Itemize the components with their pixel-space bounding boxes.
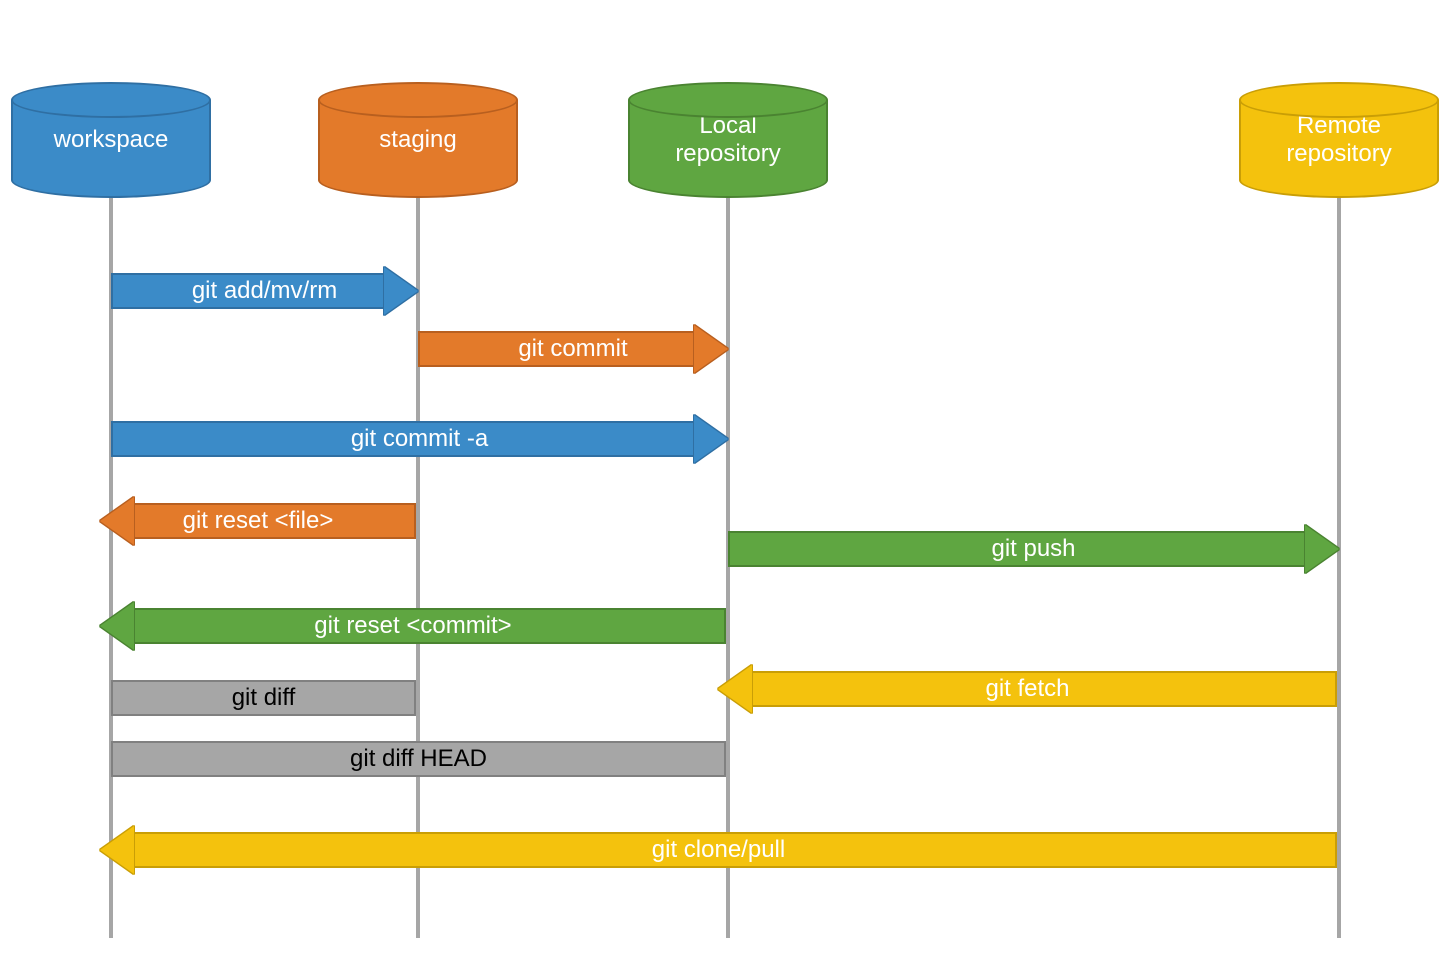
bar-git-diff: git diff [111, 680, 416, 716]
node-workspace: workspace [11, 82, 211, 180]
bar-git-diff-head-label: git diff HEAD [350, 745, 487, 773]
arrow-git-fetch: git fetch [718, 665, 1337, 713]
arrow-git-reset-commit: git reset <commit> [100, 602, 726, 650]
node-local: Local repository [628, 82, 828, 180]
arrow-git-clone-pull: git clone/pull [100, 826, 1337, 874]
arrow-git-add: git add/mv/rm [111, 267, 418, 315]
arrow-git-commit-a: git commit -a [111, 415, 728, 463]
arrow-git-push: git push [728, 525, 1339, 573]
node-remote-label: Remote repository [1286, 112, 1391, 167]
arrow-git-commit: git commit [418, 325, 728, 373]
arrow-git-commit-label: git commit [518, 335, 627, 363]
arrow-git-fetch-label: git fetch [985, 675, 1069, 703]
arrow-git-push-label: git push [991, 535, 1075, 563]
arrow-git-reset-commit-label: git reset <commit> [314, 612, 511, 640]
arrow-git-clone-pull-label: git clone/pull [652, 836, 785, 864]
arrow-git-commit-a-label: git commit -a [351, 425, 488, 453]
git-flow-diagram: workspace staging Local repository Remot… [0, 0, 1450, 969]
bar-git-diff-head: git diff HEAD [111, 741, 726, 777]
node-staging: staging [318, 82, 518, 180]
bar-git-diff-label: git diff [232, 684, 296, 712]
node-remote: Remote repository [1239, 82, 1439, 180]
node-local-label: Local repository [675, 112, 780, 167]
arrow-git-add-label: git add/mv/rm [192, 277, 337, 305]
arrow-git-reset-file: git reset <file> [100, 497, 416, 545]
arrow-git-reset-file-label: git reset <file> [183, 507, 334, 535]
node-staging-label: staging [379, 126, 456, 154]
node-workspace-label: workspace [54, 126, 169, 154]
